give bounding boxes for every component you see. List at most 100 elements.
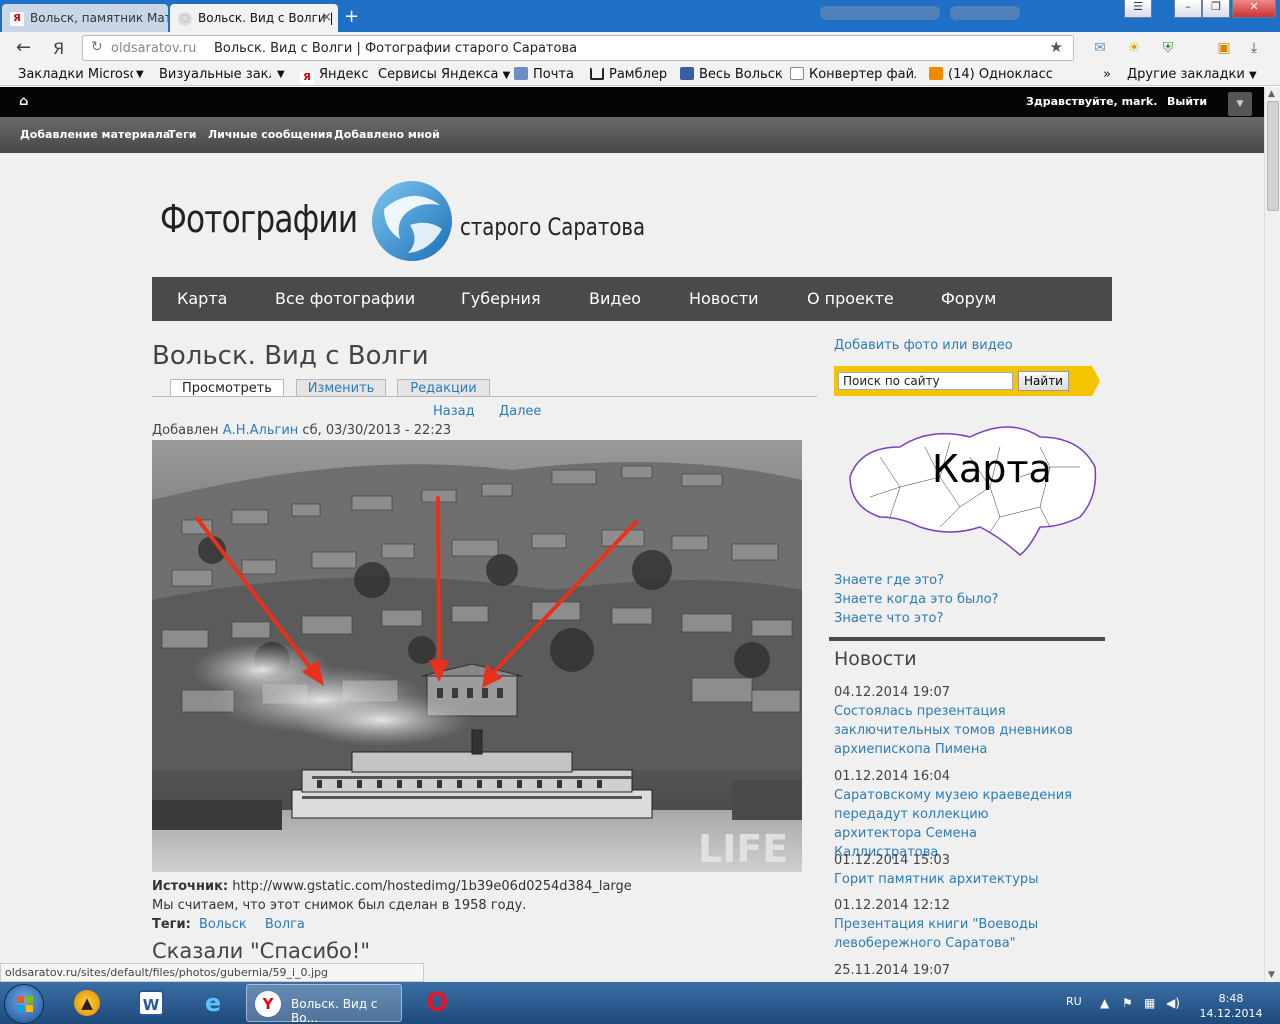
back-arrow-icon[interactable]: ← <box>16 37 31 58</box>
bookmark-mail[interactable]: Почта <box>514 67 574 82</box>
browser-toolbar: ← Я ↻ oldsaratov.ru Вольск. Вид с Волги … <box>0 32 1280 64</box>
bookmark-visual[interactable]: Визуальные закла <box>159 67 271 82</box>
scrollbar-thumb[interactable] <box>1267 101 1279 211</box>
shortcut-messages[interactable]: Личные сообщения <box>208 128 333 141</box>
pager-back-link[interactable]: Назад <box>433 404 475 419</box>
news-title-link[interactable]: Презентация книги "Воеводы левобережного… <box>834 915 1074 953</box>
mail-icon[interactable]: ✉ <box>1090 38 1110 58</box>
maximize-button[interactable]: ❐ <box>1202 0 1230 18</box>
logo-swirl-icon[interactable] <box>370 179 454 263</box>
bookmark-converter[interactable]: Конвертер файлов <box>790 67 916 82</box>
chevron-up-icon[interactable]: ▲ <box>1100 996 1109 1010</box>
pager-next-link[interactable]: Далее <box>499 404 541 419</box>
start-button[interactable] <box>4 984 44 1024</box>
author-link[interactable]: А.Н.Альгин <box>223 423 299 438</box>
bookmark-star-icon[interactable]: ★ <box>1050 38 1063 56</box>
main-photo[interactable]: LIFE <box>152 440 802 872</box>
news-title-link[interactable]: Горит памятник архитектуры <box>834 870 1074 889</box>
download-icon[interactable]: ⤓ <box>1244 38 1264 58</box>
more-bookmarks-chevron[interactable]: » <box>1103 67 1111 82</box>
language-indicator[interactable]: RU <box>1066 995 1082 1008</box>
nav-item-all-photos[interactable]: Все фотографии <box>275 289 415 308</box>
scroll-down-icon[interactable]: ▼ <box>1268 970 1275 980</box>
odnoklassniki-icon <box>929 67 943 80</box>
minimize-button[interactable]: – <box>1174 0 1202 18</box>
browser-tab[interactable]: Я Вольск, памятник Мат <box>2 4 168 32</box>
bookmark-ves-volsk[interactable]: Весь Вольск <box>680 67 783 82</box>
chevron-down-icon[interactable]: ▼ <box>1228 92 1252 116</box>
bookmark-microsoft[interactable]: Закладки Microsoft <box>18 67 133 82</box>
reload-icon[interactable]: ↻ <box>91 39 103 55</box>
clock[interactable]: 8:48 14.12.2014 <box>1196 991 1266 1021</box>
logout-link[interactable]: Выйти <box>1167 95 1207 108</box>
taskbar-active-window[interactable]: Y Вольск. Вид с Во... <box>246 984 402 1024</box>
browser-tab-bar: Я Вольск, памятник Мат ◌ Вольск. Вид с В… <box>0 0 1280 32</box>
question-when-link[interactable]: Знаете когда это было? <box>834 592 998 607</box>
logo-title[interactable]: Фотографии <box>160 197 358 241</box>
taskbar-app[interactable]: O <box>410 984 462 1022</box>
chevron-down-icon[interactable]: ▼ <box>277 69 285 80</box>
tab-title: Вольск, памятник Мат <box>30 11 168 25</box>
shield-icon[interactable]: ⛨ <box>1158 38 1178 58</box>
taskbar-app[interactable]: W <box>124 984 176 1022</box>
taskbar-app[interactable]: ▲ <box>60 984 112 1022</box>
search-input[interactable] <box>838 372 1013 390</box>
tab-view[interactable]: Просмотреть <box>170 379 284 397</box>
yandex-icon[interactable]: Я <box>53 39 64 58</box>
news-title-link[interactable]: Состоялась презентация заключительных то… <box>834 702 1074 759</box>
tag-link[interactable]: Волга <box>265 917 305 932</box>
close-tab-icon[interactable]: × <box>321 10 332 25</box>
weather-icon[interactable]: ☀ <box>1124 38 1144 58</box>
add-photo-link[interactable]: Добавить фото или видео <box>834 338 1013 353</box>
bookmark-yandex-services[interactable]: Сервисы Яндекса ▼ <box>378 67 510 82</box>
nav-item-video[interactable]: Видео <box>589 289 641 308</box>
news-date: 01.12.2014 12:12 <box>834 898 951 913</box>
word-icon: W <box>138 990 164 1016</box>
nav-item-news[interactable]: Новости <box>689 289 759 308</box>
question-where-link[interactable]: Знаете где это? <box>834 573 944 588</box>
yandex-favicon-icon: Я <box>10 12 24 26</box>
chevron-down-icon[interactable]: ▼ <box>136 69 144 80</box>
nav-item-map[interactable]: Карта <box>177 289 227 308</box>
bookmark-rambler[interactable]: Рамблер <box>590 67 667 82</box>
close-window-button[interactable]: ✕ <box>1232 0 1276 18</box>
scroll-up-icon[interactable]: ▲ <box>1268 89 1275 99</box>
tab-revisions[interactable]: Редакции <box>397 379 490 397</box>
taskbar-app[interactable]: e <box>186 984 238 1022</box>
source-url: http://www.gstatic.com/hostedimg/1b39e06… <box>232 879 632 894</box>
shortcut-added-by-me[interactable]: Добавлено мной <box>334 128 440 141</box>
address-bar[interactable]: ↻ oldsaratov.ru Вольск. Вид с Волги | Фо… <box>82 35 1074 61</box>
loading-favicon-icon: ◌ <box>178 12 192 26</box>
news-title-link[interactable]: Саратовскому музею краеведения передадут… <box>834 786 1074 862</box>
other-bookmarks[interactable]: Другие закладки ▼ <box>1127 67 1257 82</box>
photo-tags: Теги: Вольск Волга <box>152 917 305 932</box>
tabs-divider <box>152 396 817 397</box>
logo-subtitle[interactable]: старого Саратова <box>460 213 645 241</box>
map-label[interactable]: Карта <box>932 447 1052 491</box>
photo-source: Источник: http://www.gstatic.com/hostedi… <box>152 879 632 894</box>
nav-item-guberniya[interactable]: Губерния <box>461 289 541 308</box>
network-icon[interactable]: ▦ <box>1144 996 1155 1010</box>
shortcut-tags[interactable]: Теги <box>168 128 196 141</box>
flag-icon[interactable]: ⚑ <box>1122 996 1133 1010</box>
menu-button[interactable]: ☰ <box>1124 0 1152 18</box>
opera-icon: O <box>425 988 449 1018</box>
question-what-link[interactable]: Знаете что это? <box>834 611 943 626</box>
bookmark-yandex[interactable]: Я Яндекс <box>300 67 369 85</box>
nav-item-forum[interactable]: Форум <box>941 289 996 308</box>
new-tab-button[interactable]: + <box>344 6 359 27</box>
nav-item-about[interactable]: О проекте <box>807 289 894 308</box>
shortcut-add-content[interactable]: Добавление материала <box>20 128 170 141</box>
camera-icon[interactable]: ▣ <box>1214 38 1234 58</box>
bookmark-odnoklassniki[interactable]: (14) Одноклассн <box>929 67 1053 82</box>
url-domain: oldsaratov.ru <box>111 41 197 56</box>
status-bar-url: oldsaratov.ru/sites/default/files/photos… <box>0 963 424 982</box>
browser-tab-active[interactable]: ◌ Вольск. Вид с Волги | × <box>170 4 338 32</box>
search-button[interactable]: Найти <box>1018 371 1069 391</box>
home-icon[interactable]: ⌂ <box>19 94 28 109</box>
taskbar-window-title: Вольск. Вид с Во... <box>291 997 378 1024</box>
tag-link[interactable]: Вольск <box>199 917 247 932</box>
page-scrollbar[interactable]: ▲ ▼ <box>1264 87 1280 982</box>
volume-icon[interactable]: ◀) <box>1166 996 1180 1010</box>
tab-edit[interactable]: Изменить <box>296 379 386 397</box>
